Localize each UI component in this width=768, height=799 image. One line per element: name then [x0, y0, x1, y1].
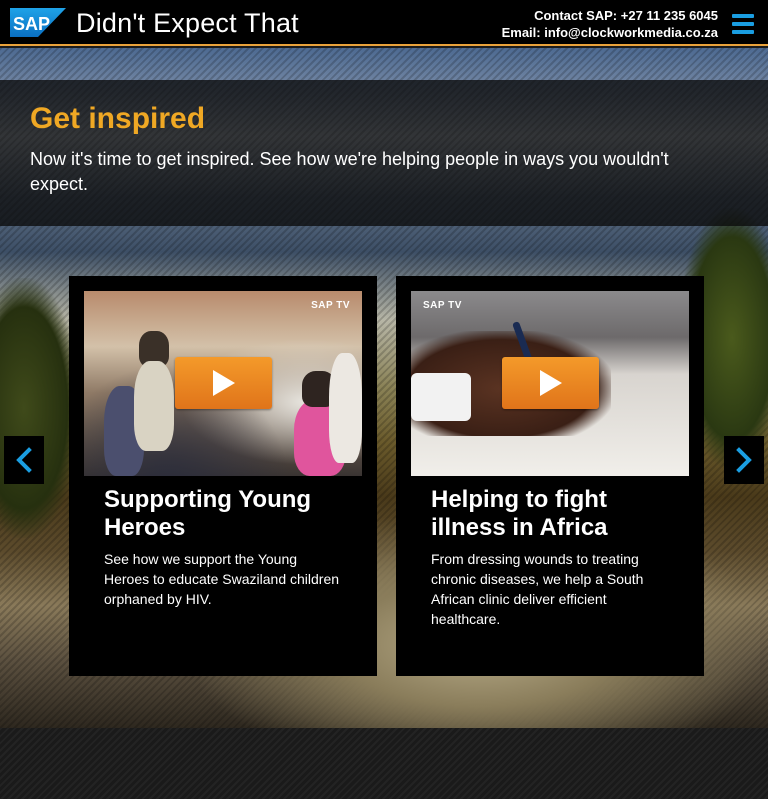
video-card-fight-illness[interactable]: SAP TV Helping to fight illness in Afric… [396, 276, 704, 676]
video-thumbnail[interactable]: SAP TV [84, 291, 362, 476]
intro-text: Now it's time to get inspired. See how w… [30, 149, 669, 194]
chevron-left-icon [16, 447, 32, 473]
contact-phone[interactable]: Contact SAP: +27 11 235 6045 [502, 7, 718, 24]
play-button[interactable] [175, 357, 272, 409]
sap-logo[interactable]: SAP [10, 8, 66, 37]
menu-button[interactable] [732, 14, 754, 36]
video-thumbnail[interactable]: SAP TV [411, 291, 689, 476]
card-title[interactable]: Supporting Young Heroes [104, 486, 344, 542]
sap-tv-badge: SAP TV [311, 300, 350, 311]
video-card-young-heroes[interactable]: SAP TV Supporting Young Heroes See how w… [69, 276, 377, 676]
contact-email[interactable]: Email: info@clockworkmedia.co.za [502, 24, 718, 41]
card-title[interactable]: Helping to fight illness in Africa [431, 486, 671, 542]
play-icon [212, 370, 235, 396]
sap-tv-badge: SAP TV [423, 300, 462, 311]
card-description: See how we support the Young Heroes to e… [104, 551, 340, 607]
site-title: Didn't Expect That [76, 8, 299, 38]
card-description: From dressing wounds to treating chronic… [431, 551, 644, 627]
play-icon [539, 370, 562, 396]
carousel-next-button[interactable] [724, 436, 764, 484]
play-button[interactable] [502, 357, 599, 409]
footer-strip [0, 728, 768, 799]
intro-panel: Get inspired Now it's time to get inspir… [0, 80, 768, 226]
hamburger-icon [732, 14, 754, 18]
contact-info: Contact SAP: +27 11 235 6045 Email: info… [502, 7, 718, 41]
carousel-prev-button[interactable] [4, 436, 44, 484]
svg-text:SAP: SAP [13, 14, 50, 34]
site-header: SAP Didn't Expect That Contact SAP: +27 … [0, 0, 768, 46]
chevron-right-icon [736, 447, 752, 473]
intro-heading: Get inspired [30, 102, 206, 135]
